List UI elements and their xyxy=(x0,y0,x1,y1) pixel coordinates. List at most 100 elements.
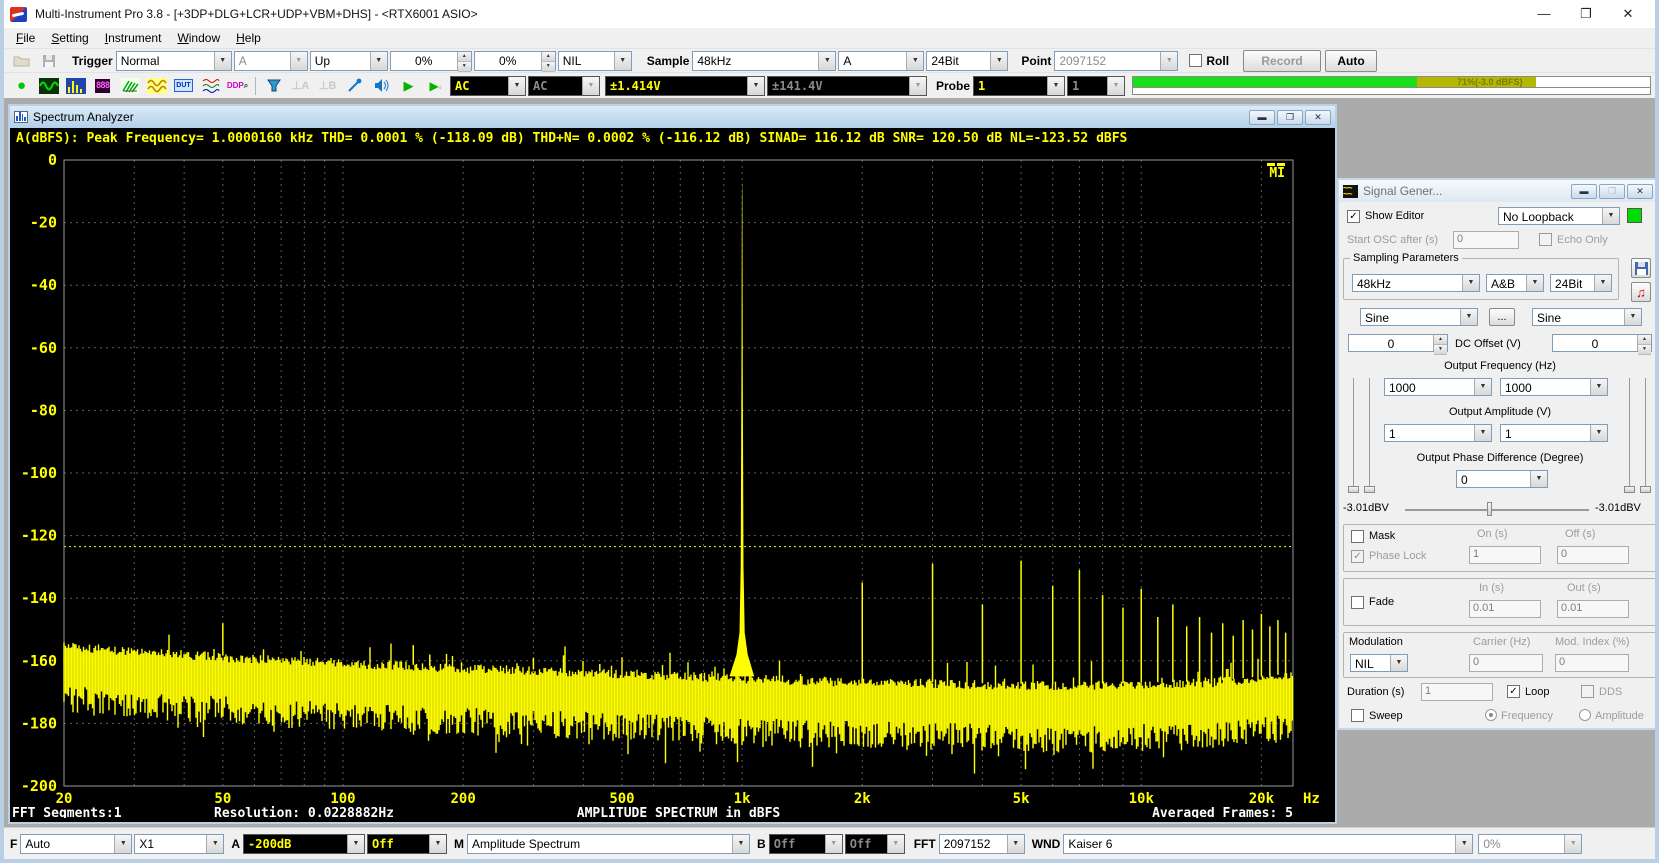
drop-arrow-icon[interactable]: ▼ xyxy=(1474,425,1491,441)
sampling-channel-select[interactable]: A▼ xyxy=(838,51,924,71)
signal-generator-titlebar[interactable]: Signal Gener... ▬ ❐ ✕ xyxy=(1339,180,1657,202)
amplitude-slider-left-1[interactable] xyxy=(1369,378,1370,490)
sound-output-icon[interactable] xyxy=(369,75,394,96)
loop-checkbox[interactable]: ✓ xyxy=(1507,685,1520,698)
menu-file[interactable]: File xyxy=(8,29,43,47)
sg-minimize-icon[interactable]: ▬ xyxy=(1571,184,1597,199)
sg-bits-select[interactable]: 24Bit▼ xyxy=(1550,274,1612,292)
drop-arrow-icon[interactable]: ▼ xyxy=(747,77,764,95)
spectrum-analyzer-titlebar[interactable]: Spectrum Analyzer ▬ ❐ ✕ xyxy=(10,106,1335,128)
drop-arrow-icon[interactable]: ▼ xyxy=(1526,275,1543,291)
play-icon[interactable]: ▶ xyxy=(396,75,421,96)
derived-waves-icon[interactable] xyxy=(198,75,223,96)
drop-arrow-icon[interactable]: ▼ xyxy=(1474,379,1491,395)
frequency-a-select[interactable]: 1000▼ xyxy=(1384,378,1492,396)
fft-size-select[interactable]: 2097152▼ xyxy=(939,834,1025,854)
ddp-viewer-icon[interactable]: DDP⌕ xyxy=(225,75,250,96)
drop-arrow-icon[interactable]: ▼ xyxy=(1390,655,1407,671)
spinner-arrows-icon[interactable]: ▲▼ xyxy=(1433,335,1447,351)
maximize-icon[interactable]: ❐ xyxy=(1565,2,1607,26)
drop-arrow-icon[interactable]: ▼ xyxy=(732,835,749,853)
drop-arrow-icon[interactable]: ▼ xyxy=(429,835,446,853)
close-icon[interactable]: ✕ xyxy=(1607,2,1649,26)
zoom-select[interactable]: X1▼ xyxy=(134,834,224,854)
more-waveform-button[interactable]: ... xyxy=(1489,308,1515,326)
drop-arrow-icon[interactable]: ▼ xyxy=(1624,309,1641,325)
waveform-b-select[interactable]: Sine▼ xyxy=(1532,308,1642,326)
drop-arrow-icon[interactable]: ▼ xyxy=(1530,471,1547,487)
amplitude-slider-left-0[interactable] xyxy=(1353,378,1354,490)
drop-arrow-icon[interactable]: ▼ xyxy=(990,52,1007,70)
amplitude-b-select[interactable]: 1▼ xyxy=(1500,424,1608,442)
save-waveform-button[interactable] xyxy=(1631,258,1651,278)
child-maximize-icon[interactable]: ❐ xyxy=(1277,110,1303,125)
drop-arrow-icon[interactable]: ▼ xyxy=(206,835,223,853)
window-function-select[interactable]: Kaiser 6▼ xyxy=(1063,834,1473,854)
menu-window[interactable]: Window xyxy=(169,29,228,47)
drop-arrow-icon[interactable]: ▼ xyxy=(1460,309,1477,325)
slider-thumb[interactable] xyxy=(1364,486,1375,493)
drop-arrow-icon[interactable]: ▼ xyxy=(1602,208,1619,224)
drop-arrow-icon[interactable]: ▼ xyxy=(1590,379,1607,395)
loopback-select[interactable]: No Loopback▼ xyxy=(1498,207,1620,225)
trigger-edge-select[interactable]: Up▼ xyxy=(310,51,388,71)
roll-checkbox-box[interactable] xyxy=(1189,54,1202,67)
child-minimize-icon[interactable]: ▬ xyxy=(1249,110,1275,125)
child-close-icon[interactable]: ✕ xyxy=(1305,110,1331,125)
menu-setting[interactable]: Setting xyxy=(43,29,96,47)
trigger-level-spinner[interactable]: 0%▲▼ xyxy=(390,51,472,71)
slider-thumb[interactable] xyxy=(1624,486,1635,493)
persistence-a-select[interactable]: Off▼ xyxy=(367,834,447,854)
sweep-checkbox[interactable] xyxy=(1351,709,1364,722)
play-loop-icon[interactable]: ▶◦ xyxy=(423,75,448,96)
waveform-library-button[interactable]: ♫ xyxy=(1631,282,1651,302)
drop-arrow-icon[interactable]: ▼ xyxy=(370,52,387,70)
trigger-delay-spinner[interactable]: 0%▲▼ xyxy=(474,51,556,71)
spinner-arrows-icon[interactable]: ▲▼ xyxy=(457,52,471,70)
show-editor-checkbox[interactable]: ✓ xyxy=(1347,210,1360,223)
drop-arrow-icon[interactable]: ▼ xyxy=(818,52,835,70)
analysis-mode-select[interactable]: Amplitude Spectrum▼ xyxy=(467,834,750,854)
drop-arrow-icon[interactable]: ▼ xyxy=(614,52,631,70)
probe-a-select[interactable]: 1▼ xyxy=(973,76,1065,96)
trigger-mode-select[interactable]: Normal▼ xyxy=(116,51,232,71)
spectrum-3d-plot-icon[interactable] xyxy=(117,75,142,96)
modulation-select[interactable]: NIL▼ xyxy=(1350,654,1408,672)
sg-sample-rate-select[interactable]: 48kHz▼ xyxy=(1352,274,1480,292)
drop-arrow-icon[interactable]: ▼ xyxy=(1590,425,1607,441)
drop-arrow-icon[interactable]: ▼ xyxy=(1594,275,1611,291)
frequency-b-select[interactable]: 1000▼ xyxy=(1500,378,1608,396)
drop-arrow-icon[interactable]: ▼ xyxy=(1462,275,1479,291)
phase-slider-track[interactable] xyxy=(1405,509,1589,511)
amplitude-slider-right-1[interactable] xyxy=(1645,378,1646,490)
waveform-a-select[interactable]: Sine▼ xyxy=(1360,308,1478,326)
input-filter-icon[interactable] xyxy=(261,75,286,96)
input-range-a-select[interactable]: ±1.414V▼ xyxy=(605,76,765,96)
spinner-arrows-icon[interactable]: ▲▼ xyxy=(1637,335,1651,351)
dc-offset-b-spinner[interactable]: 0▲▼ xyxy=(1552,334,1652,352)
drop-arrow-icon[interactable]: ▼ xyxy=(114,835,131,853)
dut-icon[interactable]: DUT xyxy=(171,75,196,96)
dual-trace-icon[interactable] xyxy=(144,75,169,96)
sample-rate-select[interactable]: 48kHz▼ xyxy=(692,51,836,71)
drop-arrow-icon[interactable]: ▼ xyxy=(214,52,231,70)
drop-arrow-icon[interactable]: ▼ xyxy=(347,835,364,853)
drop-arrow-icon[interactable]: ▼ xyxy=(508,77,525,95)
coupling-a-select[interactable]: AC▼ xyxy=(450,76,526,96)
menu-instrument[interactable]: Instrument xyxy=(97,29,170,47)
auto-button[interactable]: Auto xyxy=(1325,50,1377,72)
fade-checkbox[interactable] xyxy=(1351,596,1364,609)
menu-help[interactable]: Help xyxy=(228,29,269,47)
run-icon[interactable]: ● xyxy=(9,75,34,96)
multimeter-icon[interactable]: 888 xyxy=(90,75,115,96)
phase-slider-thumb[interactable] xyxy=(1487,502,1492,516)
sg-maximize-icon[interactable]: ❐ xyxy=(1599,184,1625,199)
spinner-arrows-icon[interactable]: ▲▼ xyxy=(541,52,555,70)
minimize-icon[interactable]: — xyxy=(1523,2,1565,26)
probe-calibration-icon[interactable] xyxy=(342,75,367,96)
drop-arrow-icon[interactable]: ▼ xyxy=(906,52,923,70)
sg-channels-select[interactable]: A&B▼ xyxy=(1486,274,1544,292)
phase-difference-select[interactable]: 0▼ xyxy=(1456,470,1548,488)
slider-thumb[interactable] xyxy=(1640,486,1651,493)
frequency-axis-select[interactable]: Auto▼ xyxy=(20,834,132,854)
